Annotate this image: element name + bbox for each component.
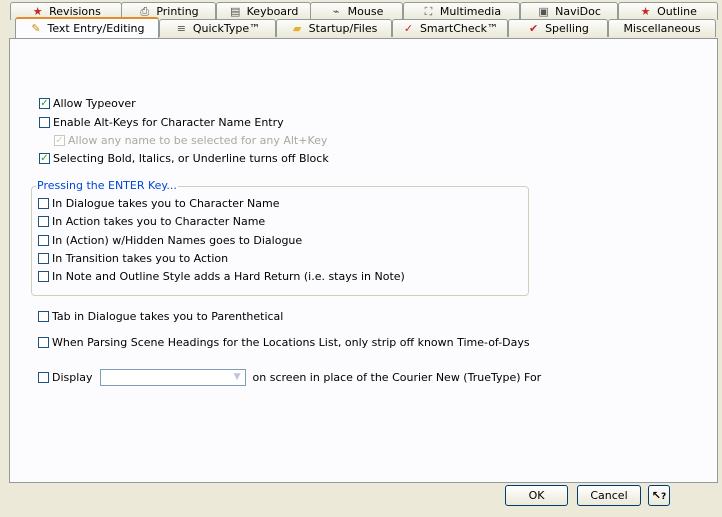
tab-smartcheck[interactable]: ✓ SmartCheck™ <box>392 19 508 37</box>
tab-label: Mouse <box>347 5 384 18</box>
tab-label: NaviDoc <box>555 5 601 18</box>
display-option[interactable]: Display ▼ on screen in place of the Cour… <box>38 369 541 386</box>
tab-label: Printing <box>156 5 199 18</box>
allow-typeover-option[interactable]: ✓ Allow Typeover <box>39 97 136 110</box>
allow-typeover-label: Allow Typeover <box>53 97 136 110</box>
tab-text-entry-editing[interactable]: ✎ Text Entry/Editing <box>15 17 159 38</box>
allow-any-name-checkbox: ✓ <box>54 135 65 146</box>
tab-quicktype[interactable]: ≡ QuickType™ <box>159 19 276 37</box>
display-label: Display <box>52 371 93 384</box>
enter-dialogue-label: In Dialogue takes you to Character Name <box>52 197 280 210</box>
enter-option-hidden-names[interactable]: In (Action) w/Hidden Names goes to Dialo… <box>38 234 302 247</box>
tab-dialogue-label: Tab in Dialogue takes you to Parenthetic… <box>52 310 284 323</box>
enable-alt-keys-label: Enable Alt-Keys for Character Name Entry <box>53 116 284 129</box>
enter-note-outline-checkbox[interactable] <box>38 271 49 282</box>
navidoc-icon: ▣ <box>538 4 549 18</box>
parse-scene-label: When Parsing Scene Headings for the Loca… <box>52 336 530 349</box>
cancel-button[interactable]: Cancel <box>577 485 641 506</box>
tab-label: Miscellaneous <box>623 22 701 35</box>
bold-italics-label: Selecting Bold, Italics, or Underline tu… <box>53 152 329 165</box>
enable-alt-keys-option[interactable]: Enable Alt-Keys for Character Name Entry <box>39 116 284 129</box>
tab-label: Outline <box>657 5 697 18</box>
tab-label: Spelling <box>545 22 589 35</box>
keyboard-icon: ▤ <box>229 4 241 18</box>
enter-key-group-title: Pressing the ENTER Key... <box>36 179 178 192</box>
tab-label: SmartCheck™ <box>419 22 499 35</box>
help-pointer-icon: ↖? <box>651 489 667 502</box>
enter-option-note-outline[interactable]: In Note and Outline Style adds a Hard Re… <box>38 270 405 283</box>
tab-dialogue-checkbox[interactable] <box>38 311 49 322</box>
ok-button[interactable]: OK <box>505 485 568 506</box>
enter-transition-checkbox[interactable] <box>38 253 49 264</box>
tab-label: QuickType™ <box>192 22 261 35</box>
enter-hidden-names-checkbox[interactable] <box>38 235 49 246</box>
display-checkbox[interactable] <box>38 372 49 383</box>
allow-any-name-label: Allow any name to be selected for any Al… <box>68 134 328 147</box>
spelling-icon: ✔ <box>528 21 539 35</box>
parse-scene-option[interactable]: When Parsing Scene Headings for the Loca… <box>38 336 530 349</box>
star-icon: ★ <box>32 4 43 18</box>
tab-label: Multimedia <box>439 5 502 18</box>
enable-alt-keys-checkbox[interactable] <box>39 117 50 128</box>
tab-navidoc[interactable]: ▣ NaviDoc <box>520 2 618 20</box>
allow-typeover-checkbox[interactable]: ✓ <box>39 98 50 109</box>
star-icon: ★ <box>640 4 651 18</box>
enter-option-action[interactable]: In Action takes you to Character Name <box>38 215 265 228</box>
multimedia-icon: ⛶ <box>424 4 433 18</box>
enter-option-transition[interactable]: In Transition takes you to Action <box>38 252 228 265</box>
window-left-edge <box>0 0 9 517</box>
tab-miscellaneous[interactable]: Miscellaneous <box>608 19 716 37</box>
display-suffix-label: on screen in place of the Courier New (T… <box>252 371 542 384</box>
display-font-combo[interactable]: ▼ <box>99 369 246 386</box>
enter-hidden-names-label: In (Action) w/Hidden Names goes to Dialo… <box>52 234 303 247</box>
enter-note-outline-label: In Note and Outline Style adds a Hard Re… <box>52 270 405 283</box>
enter-action-checkbox[interactable] <box>38 216 49 227</box>
tab-spelling[interactable]: ✔ Spelling <box>508 19 608 37</box>
tab-dialogue-option[interactable]: Tab in Dialogue takes you to Parenthetic… <box>38 310 283 323</box>
tab-startup-files[interactable]: ▰ Startup/Files <box>276 19 392 37</box>
tab-label: Text Entry/Editing <box>47 22 145 35</box>
context-help-button[interactable]: ↖? <box>648 485 670 506</box>
tab-mouse[interactable]: ⌁ Mouse <box>310 2 403 20</box>
tab-multimedia[interactable]: ⛶ Multimedia <box>403 2 520 20</box>
tab-label: Keyboard <box>246 5 299 18</box>
tab-outline[interactable]: ★ Outline <box>618 2 718 20</box>
tab-keyboard[interactable]: ▤ Keyboard <box>216 2 311 20</box>
enter-transition-label: In Transition takes you to Action <box>52 252 229 265</box>
enter-dialogue-checkbox[interactable] <box>38 198 49 209</box>
printer-icon: ⎙ <box>140 4 150 18</box>
mouse-icon: ⌁ <box>332 4 340 18</box>
enter-action-label: In Action takes you to Character Name <box>52 215 266 228</box>
folder-icon: ▰ <box>292 21 302 35</box>
bold-italics-option[interactable]: ✓ Selecting Bold, Italics, or Underline … <box>39 152 329 165</box>
smartcheck-icon: ✓ <box>403 21 414 35</box>
chevron-down-icon[interactable]: ▼ <box>231 371 244 384</box>
parse-scene-checkbox[interactable] <box>38 337 49 348</box>
bold-italics-checkbox[interactable]: ✓ <box>39 153 50 164</box>
pencil-icon: ✎ <box>31 21 41 35</box>
allow-any-name-option: ✓ Allow any name to be selected for any … <box>54 134 327 147</box>
tab-label: Startup/Files <box>308 22 378 35</box>
quicktype-icon: ≡ <box>176 21 186 35</box>
enter-option-dialogue[interactable]: In Dialogue takes you to Character Name <box>38 197 280 210</box>
